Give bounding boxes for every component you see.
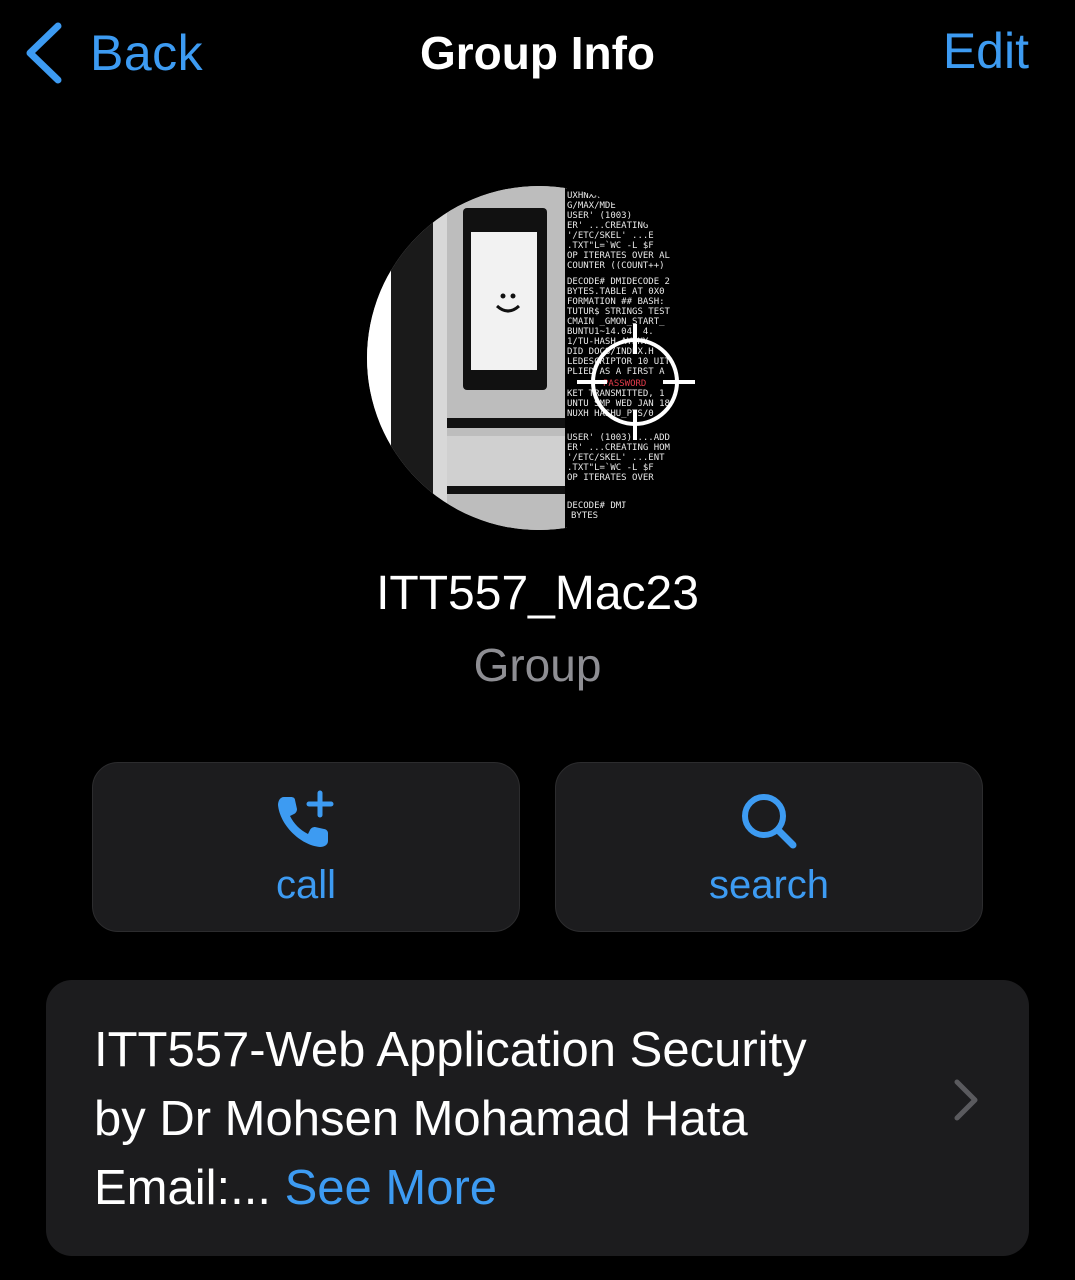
svg-text:.TXT"L=`WC -L $F: .TXT"L=`WC -L $F — [567, 240, 654, 251]
group-name: ITT557_Mac23 — [376, 567, 699, 620]
svg-text:PASSWORD: PASSWORD — [603, 379, 646, 389]
svg-text:USER' (1003): USER' (1003) — [567, 211, 632, 221]
group-info-screen: Back Group Info Edit UXHNXA G/MAX/MDE US… — [0, 0, 1075, 1280]
see-more-link[interactable]: See More — [285, 1161, 497, 1215]
phone-plus-icon — [278, 790, 334, 847]
svg-text:KET TRANSMITTED, 1: KET TRANSMITTED, 1 — [567, 389, 665, 399]
search-button[interactable]: search — [555, 762, 983, 932]
group-description: ITT557-Web Application Security by Dr Mo… — [94, 1016, 924, 1223]
svg-text:BYTES.TABLE AT 0X0: BYTES.TABLE AT 0X0 — [567, 287, 665, 297]
svg-text:.TXT"L=`WC -L $F: .TXT"L=`WC -L $F — [567, 462, 654, 473]
svg-text:PLIED AS A FIRST A: PLIED AS A FIRST A — [567, 367, 665, 377]
group-avatar[interactable]: UXHNXA G/MAX/MDE USER' (1003) ER' ...CRE… — [367, 186, 711, 530]
svg-text:CMAIN _GMON_START_: CMAIN _GMON_START_ — [567, 317, 665, 327]
svg-text:DECODE# DMIDECODE 2: DECODE# DMIDECODE 2 — [567, 277, 670, 287]
chevron-right-icon — [954, 1079, 978, 1121]
description-line: ITT557-Web Application Security — [94, 1023, 807, 1077]
description-line: by Dr Mohsen Mohamad Hata — [94, 1092, 748, 1146]
svg-text:ER' ...CREATING: ER' ...CREATING — [567, 221, 648, 231]
svg-text:'/ETC/SKEL' ...E: '/ETC/SKEL' ...E — [567, 231, 654, 241]
group-description-card[interactable]: ITT557-Web Application Security by Dr Mo… — [46, 980, 1029, 1256]
call-label: call — [275, 863, 337, 907]
svg-text:'/ETC/SKEL' ...ENT: '/ETC/SKEL' ...ENT — [567, 453, 665, 463]
svg-text:USER' (1003) ...ADD: USER' (1003) ...ADD — [567, 433, 670, 443]
svg-text:BYTES: BYTES — [571, 511, 598, 521]
svg-text:UXHNXA: UXHNXA — [567, 191, 600, 201]
page-title: Group Info — [419, 27, 656, 79]
search-label: search — [708, 863, 830, 907]
svg-text:UNTU SMP WED JAN 18: UNTU SMP WED JAN 18 — [567, 399, 670, 409]
svg-text:OP ITERATES OVER: OP ITERATES OVER — [567, 473, 654, 483]
navigation-bar: Back Group Info Edit — [0, 0, 1075, 110]
svg-text:DECODE# DMI: DECODE# DMI — [567, 501, 627, 511]
description-line-last: Email:... See More — [94, 1154, 924, 1223]
svg-text:FORMATION ## BASH:: FORMATION ## BASH: — [567, 297, 665, 307]
svg-text:LEDESCRIPTOR 10 UIT: LEDESCRIPTOR 10 UIT — [567, 357, 671, 367]
svg-text:COUNTER ((COUNT++): COUNTER ((COUNT++) — [567, 261, 665, 271]
avatar-image: UXHNXA G/MAX/MDE USER' (1003) ER' ...CRE… — [367, 186, 711, 530]
svg-text:BUNTU1~14.04) 4.: BUNTU1~14.04) 4. — [567, 327, 654, 337]
call-button[interactable]: call — [92, 762, 520, 932]
search-icon — [742, 794, 797, 849]
svg-text:ER' ...CREATING HOM: ER' ...CREATING HOM — [567, 443, 671, 453]
group-subtitle: Group — [473, 639, 602, 691]
svg-text:OP ITERATES OVER AL: OP ITERATES OVER AL — [567, 251, 670, 261]
description-line: Email:... — [94, 1161, 271, 1215]
edit-button[interactable]: Edit — [943, 22, 1029, 80]
svg-text:G/MAX/MDE: G/MAX/MDE — [567, 201, 616, 211]
svg-text:TUTUR$ STRINGS TEST: TUTUR$ STRINGS TEST — [567, 307, 671, 317]
